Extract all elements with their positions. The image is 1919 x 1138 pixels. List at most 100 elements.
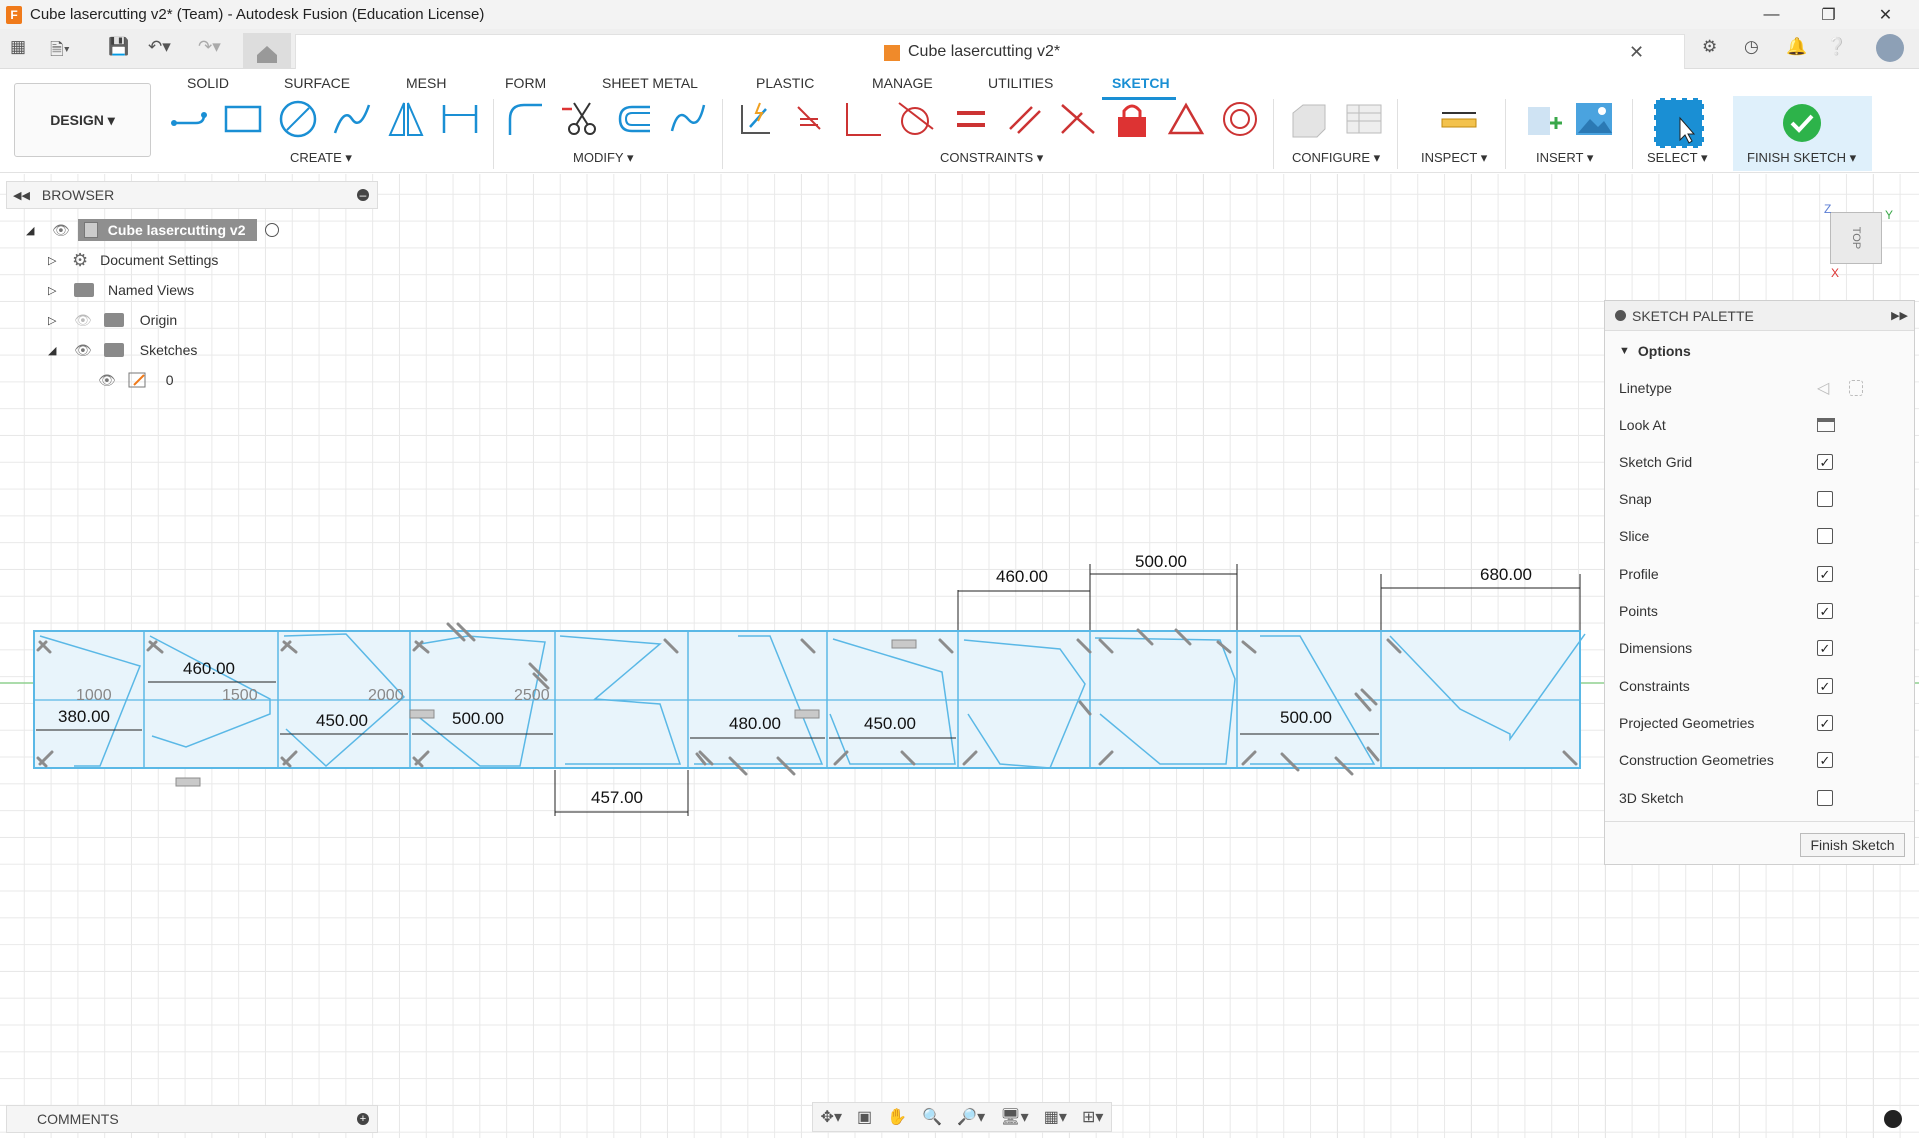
section-triangle-icon[interactable]: ▼ [1619, 345, 1630, 357]
dimension-500-a[interactable]: 500.00 [452, 709, 504, 728]
maximize-button[interactable]: ❐ [1800, 0, 1857, 29]
fix-unfix-icon[interactable] [1112, 99, 1152, 139]
browser-item-named-views[interactable]: ▷ Named Views [48, 278, 194, 302]
parallel-icon[interactable] [1004, 99, 1044, 139]
dimension-680-top[interactable]: 680.00 [1480, 565, 1532, 584]
user-avatar[interactable] [1876, 34, 1904, 62]
line-icon[interactable] [170, 99, 210, 139]
browser-item-document-settings[interactable]: ▷ ⚙ Document Settings [48, 248, 218, 272]
look-at-face-icon[interactable]: ▣ [857, 1107, 872, 1127]
close-window-button[interactable]: ✕ [1857, 0, 1914, 29]
tab-form[interactable]: FORM [505, 75, 546, 91]
create-menu[interactable]: CREATE ▾ [290, 150, 352, 166]
display-settings-icon[interactable]: 🖥▾ [1000, 1107, 1028, 1127]
browser-root-row[interactable]: ◢ 👁 Cube lasercutting v2 [26, 218, 280, 242]
notifications-icon[interactable]: 🔔 [1786, 37, 1807, 57]
dimension-380[interactable]: 380.00 [58, 707, 110, 726]
perpendicular-icon[interactable] [843, 99, 883, 139]
coincident-icon[interactable] [790, 99, 830, 139]
sketch-status-icon[interactable] [1884, 1110, 1902, 1128]
tab-mesh[interactable]: MESH [406, 75, 446, 91]
dimension-500-b[interactable]: 500.00 [1280, 708, 1332, 727]
rectangle-icon[interactable] [224, 99, 264, 139]
browser-item-origin[interactable]: ▷ 👁 Origin [48, 308, 177, 332]
dimension-457[interactable]: 457.00 [591, 788, 643, 807]
hidden-eye-icon[interactable]: 👁 [74, 312, 92, 329]
file-menu-icon[interactable]: 🗎▾ [50, 37, 70, 66]
zoom-icon[interactable]: 🔍 [922, 1107, 942, 1127]
extensions-icon[interactable]: ⚙ [1702, 37, 1717, 57]
finish-sketch-menu[interactable]: FINISH SKETCH ▾ [1747, 150, 1856, 166]
browser-pin-icon[interactable]: – [357, 188, 369, 202]
tab-plastic[interactable]: PLASTIC [756, 75, 814, 91]
document-tab[interactable]: Cube lasercutting v2* ✕ [295, 34, 1685, 70]
sketch-dimension-icon[interactable] [440, 99, 480, 139]
select-icon[interactable] [1654, 98, 1704, 148]
auto-constrain-icon[interactable] [736, 99, 776, 139]
constraints-checkbox[interactable]: ✓ [1817, 678, 1833, 694]
expand-triangle-icon[interactable]: ▷ [48, 314, 62, 327]
tangent-icon[interactable] [895, 99, 935, 139]
sketch-grid-checkbox[interactable]: ✓ [1817, 454, 1833, 470]
fillet-icon[interactable] [506, 99, 546, 139]
circle-icon[interactable] [278, 99, 318, 139]
modify-menu[interactable]: MODIFY ▾ [573, 150, 633, 166]
collapse-palette-icon[interactable]: ▶▶ [1891, 309, 1908, 322]
app-grid-icon[interactable]: ▦ [10, 37, 26, 57]
projected-geometries-checkbox[interactable]: ✓ [1817, 715, 1833, 731]
configuration-table-icon[interactable] [1343, 99, 1383, 139]
help-icon[interactable]: ❔ [1826, 37, 1847, 57]
insert-derive-icon[interactable] [1524, 99, 1564, 139]
sketch-palette-header[interactable]: SKETCH PALETTE ▶▶ [1605, 301, 1914, 331]
activate-radio-icon[interactable] [265, 223, 280, 237]
concentric-icon[interactable] [1220, 99, 1260, 139]
grid-settings-icon[interactable]: ▦▾ [1044, 1107, 1067, 1127]
dimension-450-a[interactable]: 450.00 [316, 711, 368, 730]
change-parameters-icon[interactable] [1289, 99, 1329, 139]
constraints-menu[interactable]: CONSTRAINTS ▾ [940, 150, 1043, 166]
browser-item-sketches[interactable]: ◢ 👁 Sketches [48, 338, 197, 362]
construction-linetype-icon[interactable]: ◁ [1817, 378, 1829, 398]
select-menu[interactable]: SELECT ▾ [1647, 150, 1707, 166]
mirror-icon[interactable] [386, 99, 426, 139]
expand-triangle-icon[interactable]: ▷ [48, 284, 62, 297]
trim-icon[interactable] [562, 99, 602, 139]
slice-checkbox[interactable] [1817, 528, 1833, 544]
undo-icon[interactable]: ↶▾ [148, 37, 171, 57]
collapse-triangle-icon[interactable]: ◢ [26, 224, 40, 237]
redo-icon[interactable]: ↷▾ [198, 37, 221, 57]
insert-image-icon[interactable] [1574, 99, 1614, 139]
comments-panel-header[interactable]: COMMENTS + [6, 1105, 378, 1133]
dimension-450-b[interactable]: 450.00 [864, 714, 916, 733]
look-at-icon[interactable] [1817, 418, 1835, 432]
pan-hand-icon[interactable]: ✋ [887, 1107, 907, 1127]
profile-checkbox[interactable]: ✓ [1817, 566, 1833, 582]
dimensions-checkbox[interactable]: ✓ [1817, 640, 1833, 656]
offset-icon[interactable] [614, 99, 654, 139]
zoom-window-icon[interactable]: 🔎▾ [957, 1107, 985, 1127]
viewports-icon[interactable]: ⊞▾ [1082, 1107, 1103, 1127]
sketch-scale-icon[interactable] [668, 99, 708, 139]
expand-triangle-icon[interactable]: ▷ [48, 254, 62, 267]
tab-manage[interactable]: MANAGE [872, 75, 933, 91]
construction-geometries-checkbox[interactable]: ✓ [1817, 752, 1833, 768]
snap-checkbox[interactable] [1817, 491, 1833, 507]
dimension-480[interactable]: 480.00 [729, 714, 781, 733]
collapse-triangle-icon[interactable]: ◢ [48, 344, 62, 357]
visibility-eye-icon[interactable]: 👁 [98, 372, 116, 389]
finish-sketch-check-icon[interactable] [1782, 103, 1822, 143]
centerline-linetype-icon[interactable] [1849, 380, 1863, 396]
visibility-eye-icon[interactable]: 👁 [52, 222, 70, 239]
finish-sketch-button[interactable]: Finish Sketch [1800, 833, 1905, 857]
minimize-button[interactable]: — [1743, 0, 1800, 29]
dimension-500-top[interactable]: 500.00 [1135, 552, 1187, 571]
configure-menu[interactable]: CONFIGURE ▾ [1292, 150, 1380, 166]
add-comment-icon[interactable]: + [357, 1113, 369, 1125]
job-status-icon[interactable]: ◷ [1744, 37, 1759, 57]
save-icon[interactable]: 💾 [108, 37, 129, 57]
orbit-icon[interactable]: ✥▾ [821, 1107, 842, 1127]
palette-pin-icon[interactable] [1615, 310, 1626, 321]
workspace-switcher[interactable]: DESIGN ▾ [14, 83, 151, 157]
browser-panel-header[interactable]: ◀◀ BROWSER – [6, 181, 378, 209]
measure-icon[interactable] [1438, 99, 1478, 139]
